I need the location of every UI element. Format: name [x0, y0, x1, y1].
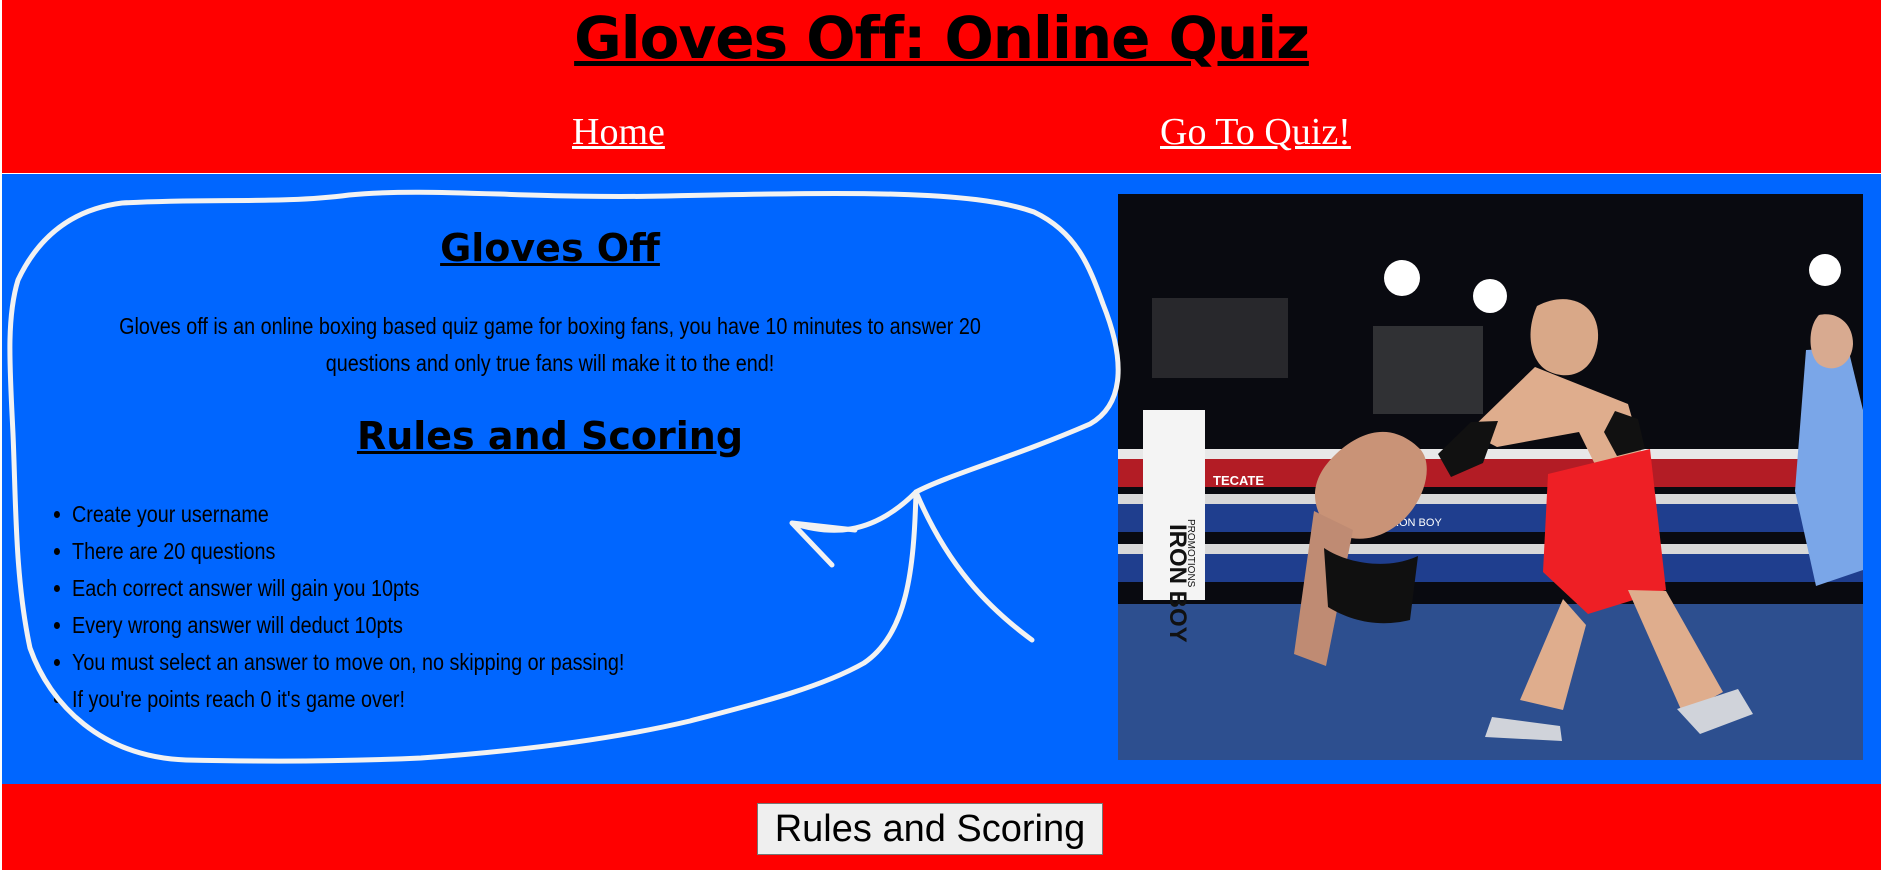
boxing-photo: IRON BOY PROMOTIONS TECATE IRON BOY	[1118, 194, 1863, 760]
site-header: Gloves Off: Online Quiz Home Go To Quiz!	[2, 0, 1881, 173]
rule-item: Every wrong answer will deduct 10pts	[72, 607, 624, 644]
site-title: Gloves Off: Online Quiz	[574, 4, 1310, 72]
rule-item: Each correct answer will gain you 10pts	[72, 570, 624, 607]
rule-item: There are 20 questions	[72, 533, 624, 570]
boxing-scene: IRON BOY PROMOTIONS TECATE IRON BOY	[1118, 194, 1863, 760]
main-content: Gloves Off Gloves off is an online boxin…	[2, 174, 1881, 784]
rule-item: Create your username	[72, 496, 624, 533]
site-footer: Rules and Scoring	[2, 784, 1881, 870]
tecate-sign: TECATE	[1213, 473, 1264, 488]
rules-title: Rules and Scoring	[356, 414, 744, 458]
promotions-banner: PROMOTIONS	[1185, 519, 1196, 588]
section-title: Gloves Off	[440, 226, 660, 270]
rules-list: Create your username There are 20 questi…	[72, 496, 714, 718]
intro-text: Gloves off is an online boxing based qui…	[119, 313, 981, 376]
rule-item: You must select an answer to move on, no…	[72, 644, 624, 681]
nav-quiz-link[interactable]: Go To Quiz!	[1160, 110, 1351, 154]
rule-item: If you're points reach 0 it's game over!	[72, 681, 624, 718]
nav-home-link[interactable]: Home	[572, 110, 665, 154]
rules-scoring-button[interactable]: Rules and Scoring	[757, 803, 1103, 855]
